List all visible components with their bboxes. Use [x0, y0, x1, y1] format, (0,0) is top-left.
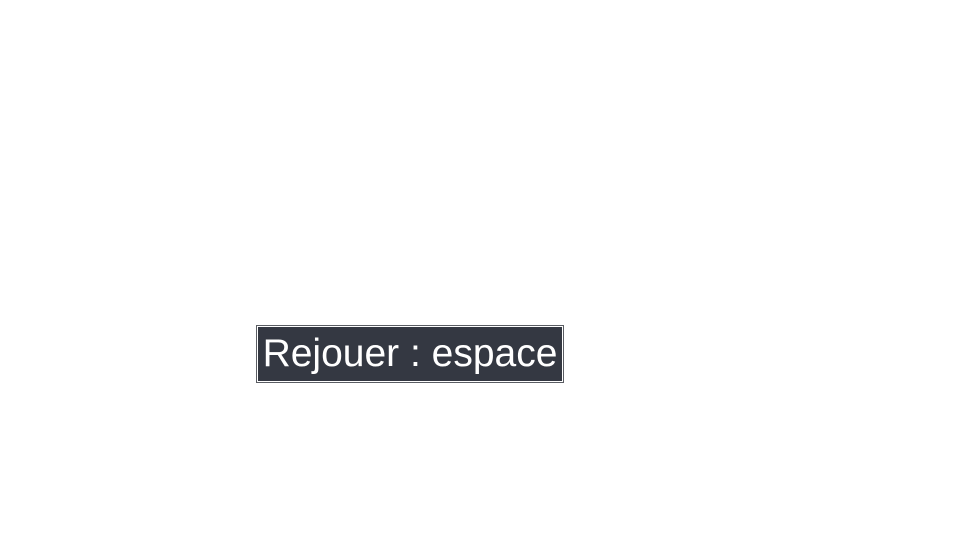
replay-prompt-label: Rejouer : espace	[258, 327, 562, 381]
replay-prompt: Rejouer : espace	[256, 325, 564, 383]
